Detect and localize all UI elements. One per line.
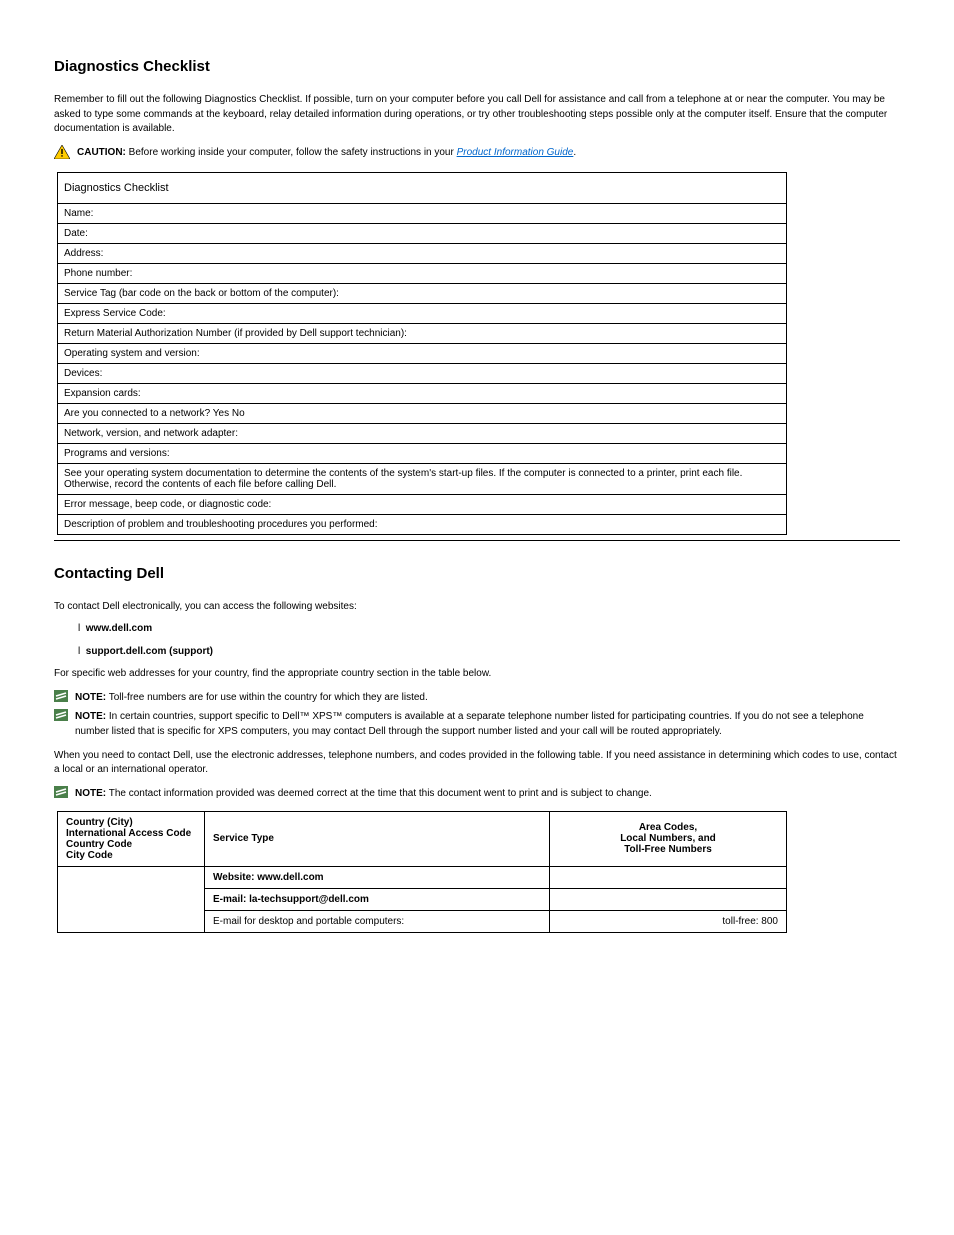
note-block-2: NOTE: In certain countries, support spec…: [54, 709, 900, 739]
contact-service: E-mail: la-techsupport@dell.com: [205, 888, 550, 910]
product-info-guide-link[interactable]: Product Information Guide: [457, 147, 574, 158]
note-label: NOTE:: [75, 711, 106, 722]
contact-phone: [550, 866, 787, 888]
bullet-item: l support.dell.com (support): [78, 645, 900, 660]
contact-p2: For specific web addresses for your coun…: [54, 667, 900, 682]
contact-service: E-mail for desktop and portable computer…: [205, 910, 550, 932]
contact-area: [58, 866, 205, 932]
bullet-item: l www.dell.com: [78, 622, 900, 637]
period: .: [573, 147, 576, 158]
note-text-1: NOTE: Toll-free numbers are for use with…: [75, 690, 900, 705]
checklist-row: Error message, beep code, or diagnostic …: [58, 494, 787, 514]
note-label: NOTE:: [75, 692, 106, 703]
caution-block: CAUTION: Before working inside your comp…: [54, 145, 900, 160]
contact-phone: toll-free: 800: [550, 910, 787, 932]
note-text-3: NOTE: The contact information provided w…: [75, 786, 900, 801]
contact-p3: When you need to contact Dell, use the e…: [54, 749, 900, 778]
contact-header-service: Service Type: [205, 811, 550, 866]
contact-table: Country (City) International Access Code…: [57, 811, 787, 933]
checklist-row: Phone number:: [58, 263, 787, 283]
contact-service-text: E-mail for desktop and portable computer…: [213, 916, 404, 927]
contact-service-text: Website: www.dell.com: [213, 872, 324, 883]
caution-label: CAUTION:: [77, 147, 126, 158]
checklist-header: Diagnostics Checklist: [58, 172, 787, 203]
section-title-contacting-dell: Contacting Dell: [54, 565, 900, 582]
note-icon: [54, 709, 68, 721]
contact-service: Website: www.dell.com: [205, 866, 550, 888]
contact-header-phone: Area Codes, Local Numbers, and Toll-Free…: [550, 811, 787, 866]
note-block-1: NOTE: Toll-free numbers are for use with…: [54, 690, 900, 705]
checklist-row: Network, version, and network adapter:: [58, 423, 787, 443]
checklist-row: Expansion cards:: [58, 383, 787, 403]
diagnostics-checklist-table: Diagnostics Checklist Name: Date: Addres…: [57, 172, 787, 535]
checklist-row: Operating system and version:: [58, 343, 787, 363]
divider: [54, 540, 900, 541]
checklist-row: Name:: [58, 203, 787, 223]
note-text-2: NOTE: In certain countries, support spec…: [75, 709, 900, 739]
checklist-row: Return Material Authorization Number (if…: [58, 323, 787, 343]
checklist-row: Date:: [58, 223, 787, 243]
bullet-text: www.dell.com: [86, 623, 152, 634]
bullet: l: [78, 623, 86, 634]
note-body: Toll-free numbers are for use within the…: [109, 692, 428, 703]
checklist-row: Programs and versions:: [58, 443, 787, 463]
note-body: The contact information provided was dee…: [109, 788, 652, 799]
contact-header-country: Country (City) International Access Code…: [58, 811, 205, 866]
checklist-row: Service Tag (bar code on the back or bot…: [58, 283, 787, 303]
contact-intro: To contact Dell electronically, you can …: [54, 600, 900, 615]
checklist-row: Are you connected to a network? Yes No: [58, 403, 787, 423]
diagnostics-intro: Remember to fill out the following Diagn…: [54, 93, 900, 137]
note-block-3: NOTE: The contact information provided w…: [54, 786, 900, 801]
checklist-row: Address:: [58, 243, 787, 263]
note-label: NOTE:: [75, 788, 106, 799]
contact-phone: [550, 888, 787, 910]
section-title-diagnostics: Diagnostics Checklist: [54, 58, 900, 75]
caution-text: CAUTION: Before working inside your comp…: [77, 145, 900, 160]
contact-service-text: E-mail: la-techsupport@dell.com: [213, 894, 369, 905]
bullet: l: [78, 646, 86, 657]
note-icon: [54, 690, 68, 702]
note-icon: [54, 786, 68, 798]
caution-icon: [54, 145, 70, 159]
checklist-row: Devices:: [58, 363, 787, 383]
bullet-text: support.dell.com (support): [86, 646, 213, 657]
note-body: In certain countries, support specific t…: [75, 711, 864, 737]
checklist-row: Express Service Code:: [58, 303, 787, 323]
checklist-row: See your operating system documentation …: [58, 463, 787, 494]
caution-body: Before working inside your computer, fol…: [129, 147, 457, 158]
checklist-row: Description of problem and troubleshooti…: [58, 514, 787, 534]
